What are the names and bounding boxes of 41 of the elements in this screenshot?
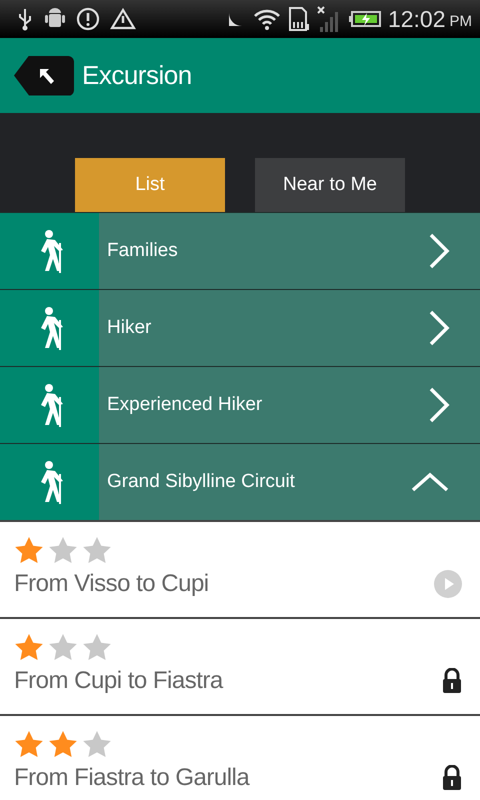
category-row[interactable]: Hiker	[0, 289, 480, 366]
hiker-icon	[0, 444, 99, 520]
clock-time: 12:02	[388, 6, 446, 32]
hiker-icon	[0, 290, 99, 366]
sd-card-icon	[288, 6, 310, 32]
star-icon	[48, 633, 78, 661]
category-label: Families	[107, 240, 179, 262]
star-icon	[48, 536, 78, 564]
category-row[interactable]: Families	[0, 212, 480, 289]
category-label: Experienced Hiker	[107, 394, 264, 416]
star-icon	[82, 536, 112, 564]
category-row[interactable]: Grand Sibylline Circuit	[0, 443, 480, 520]
screen-title: Excursion	[82, 60, 192, 91]
hiker-icon	[0, 213, 99, 289]
lock-icon	[442, 765, 462, 791]
hiker-icon	[0, 367, 99, 443]
route-title: From Cupi to Fiastra	[14, 667, 223, 695]
tab[interactable]: Near to Me	[255, 158, 405, 212]
alert-icon	[76, 7, 100, 31]
category-row[interactable]: Experienced Hiker	[0, 366, 480, 443]
category-label: Hiker	[107, 317, 152, 339]
star-icon	[14, 633, 44, 661]
star-icon	[82, 633, 112, 661]
usb-icon	[16, 7, 34, 31]
route-title: From Fiastra to Garulla	[14, 764, 250, 792]
route-title: From Visso to Cupi	[14, 570, 209, 598]
warning-icon	[110, 7, 136, 31]
route-item[interactable]: From Fiastra to Garulla	[0, 714, 480, 800]
star-icon	[14, 536, 44, 564]
play-icon	[434, 570, 462, 598]
star-icon	[48, 730, 78, 758]
star-icon	[82, 730, 112, 758]
clock-period: PM	[450, 12, 472, 30]
category-label: Grand Sibylline Circuit	[107, 471, 296, 493]
battery-icon	[348, 10, 382, 28]
back-button[interactable]	[14, 56, 74, 96]
star-icon	[14, 730, 44, 758]
route-item[interactable]: From Cupi to Fiastra	[0, 617, 480, 714]
route-item[interactable]: From Visso to Cupi	[0, 520, 480, 617]
wifi-icon	[252, 7, 282, 31]
lock-icon	[442, 668, 462, 694]
